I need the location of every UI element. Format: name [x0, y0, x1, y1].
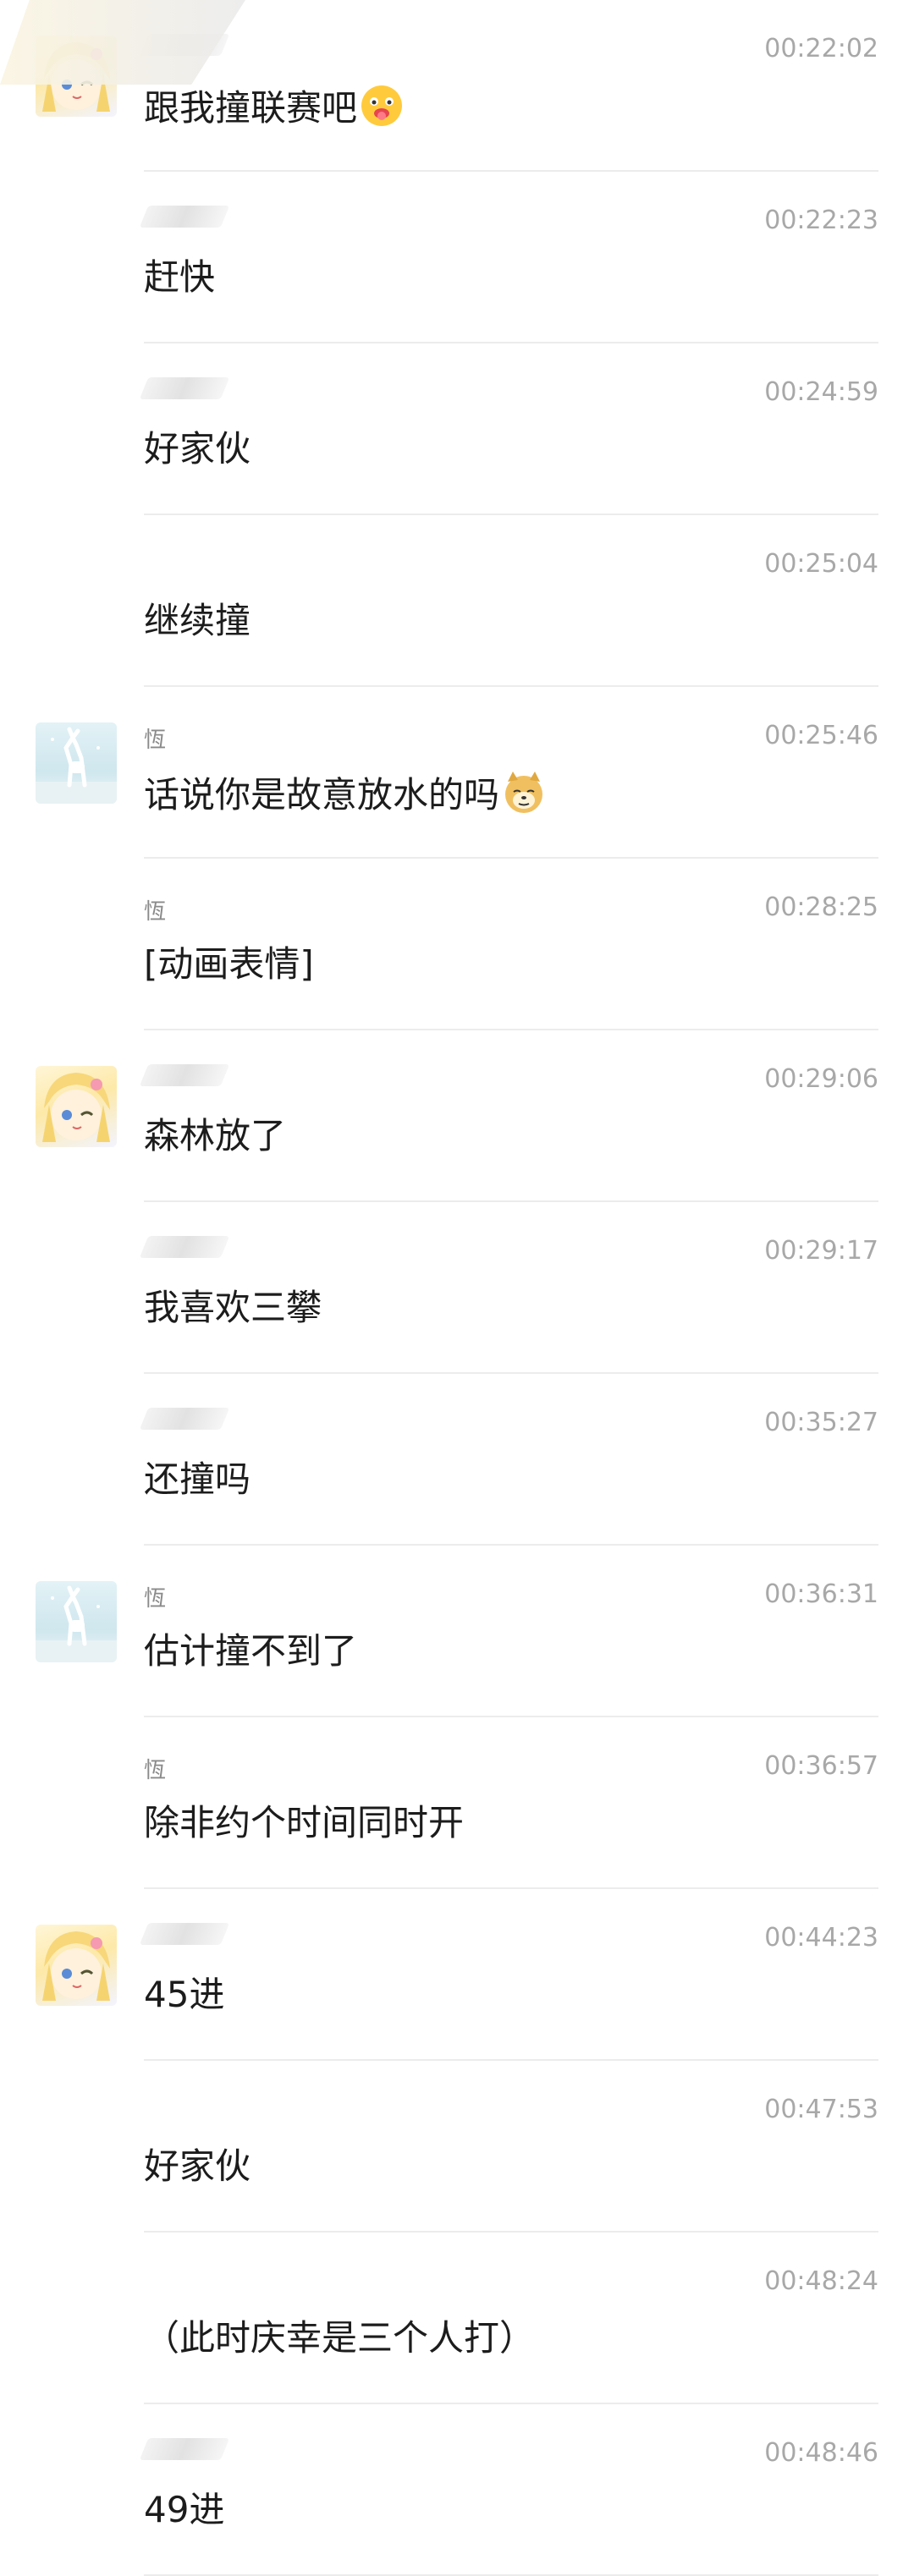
message-text-content: （此时庆幸是三个人打）: [144, 2317, 536, 2359]
message-timestamp: 00:25:04: [764, 549, 878, 579]
message-text-content: 45进: [144, 1974, 225, 2015]
message-text: 除非约个时间同时开: [144, 1800, 464, 1846]
message-text-content: [动画表情]: [144, 943, 314, 985]
message-text-content: 继续撞: [144, 600, 251, 641]
sender-name-redacted: [139, 1064, 230, 1086]
message-text-content: 49进: [144, 2489, 225, 2530]
message-timestamp: 00:24:59: [764, 377, 878, 407]
message-row[interactable]: 00:29:06 森林放了: [0, 1030, 914, 1202]
avatar[interactable]: [36, 722, 117, 804]
message-row[interactable]: 恆 00:25:46 话说你是故意放水的吗: [0, 687, 914, 859]
message-row[interactable]: 00:22:23 赶快: [0, 172, 914, 343]
message-text-content: 我喜欢三攀: [144, 1287, 322, 1328]
sender-name-redacted: [139, 1408, 230, 1430]
message-timestamp: 00:36:31: [764, 1579, 878, 1609]
message-text-content: 森林放了: [144, 1115, 287, 1156]
message-timestamp: 00:47:53: [764, 2095, 878, 2124]
message-timestamp: 00:36:57: [764, 1751, 878, 1781]
message-text-content: 好家伙: [144, 428, 251, 470]
message-row[interactable]: 00:44:23 45进: [0, 1889, 914, 2061]
message-row[interactable]: 恆 00:36:31 估计撞不到了: [0, 1546, 914, 1717]
message-text: 赶快: [144, 255, 215, 300]
message-text: （此时庆幸是三个人打）: [144, 2315, 535, 2361]
message-row[interactable]: 00:47:53 好家伙: [0, 2061, 914, 2233]
message-text: 继续撞: [144, 598, 251, 644]
avatar[interactable]: [36, 1925, 117, 2006]
message-text: 森林放了: [144, 1113, 286, 1159]
message-timestamp: 00:22:23: [764, 206, 878, 235]
message-timestamp: 00:22:02: [764, 34, 878, 63]
sender-name: 恆: [144, 1586, 167, 1612]
message-text-content: 除非约个时间同时开: [144, 1802, 465, 1843]
message-row[interactable]: 恆 00:28:25 [动画表情]: [0, 859, 914, 1030]
avatar[interactable]: [36, 1581, 117, 1662]
message-text: 我喜欢三攀: [144, 1285, 322, 1331]
doge-icon: [501, 770, 547, 816]
message-text: 好家伙: [144, 2144, 251, 2189]
sender-name: 恆: [144, 899, 167, 925]
sender-name-redacted: [139, 1236, 230, 1258]
message-timestamp: 00:29:17: [764, 1236, 878, 1266]
message-text-content: 话说你是故意放水的吗: [144, 774, 500, 816]
message-row[interactable]: 00:24:59 好家伙: [0, 343, 914, 515]
sender-name-redacted: [139, 1923, 230, 1945]
message-timestamp: 00:48:46: [764, 2438, 878, 2468]
message-timestamp: 00:25:46: [764, 721, 878, 750]
message-text: 跟我撞联赛吧: [144, 83, 405, 131]
message-text-content: 估计撞不到了: [144, 1630, 358, 1672]
message-text: 还撞吗: [144, 1457, 251, 1502]
message-text: 好家伙: [144, 426, 251, 472]
message-row[interactable]: 00:48:24 （此时庆幸是三个人打）: [0, 2233, 914, 2404]
message-timestamp: 00:28:25: [764, 893, 878, 922]
message-timestamp: 00:48:24: [764, 2266, 878, 2296]
message-text-content: 好家伙: [144, 2145, 251, 2187]
message-text-content: 还撞吗: [144, 1458, 251, 1500]
message-text: 话说你是故意放水的吗: [144, 770, 547, 818]
message-row[interactable]: 00:48:46 49进: [0, 2404, 914, 2576]
message-timestamp: 00:44:23: [764, 1923, 878, 1953]
avatar[interactable]: [36, 1066, 117, 1147]
message-timestamp: 00:29:06: [764, 1064, 878, 1094]
message-row[interactable]: 恆 00:36:57 除非约个时间同时开: [0, 1717, 914, 1889]
sender-name-redacted: [139, 2438, 230, 2460]
face-with-tongue-icon: [359, 83, 405, 129]
message-text: 估计撞不到了: [144, 1629, 357, 1674]
message-row[interactable]: 00:29:17 我喜欢三攀: [0, 1202, 914, 1374]
sender-name: 恆: [144, 728, 167, 753]
message-row[interactable]: 00:25:04 继续撞: [0, 515, 914, 687]
message-text: 45进: [144, 1972, 224, 2018]
sender-name-redacted: [139, 206, 230, 228]
message-text: 49进: [144, 2487, 224, 2533]
message-text: [动画表情]: [144, 942, 314, 987]
sender-name: 恆: [144, 1758, 167, 1783]
message-text-content: 跟我撞联赛吧: [144, 87, 358, 129]
message-text-content: 赶快: [144, 256, 216, 298]
message-timestamp: 00:35:27: [764, 1408, 878, 1437]
message-row[interactable]: 00:35:27 还撞吗: [0, 1374, 914, 1546]
sender-name-redacted: [139, 377, 230, 399]
